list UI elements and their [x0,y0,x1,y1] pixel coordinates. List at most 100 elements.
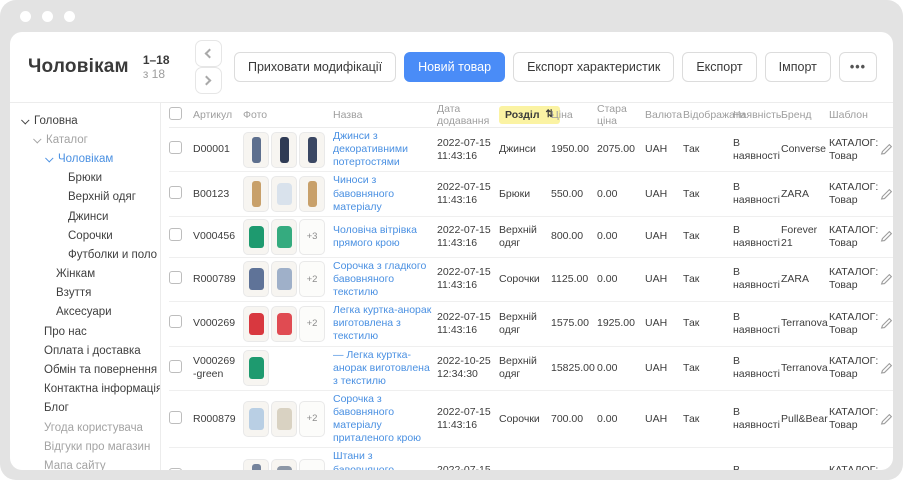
product-name-link[interactable]: Сорочка з гладкого бавовняного текстилю [333,260,437,299]
row-checkbox[interactable] [169,411,182,424]
more-photos-badge[interactable]: +3 [299,219,325,255]
column-header-валюта: Валюта [645,109,683,121]
photo-thumbnails [243,176,333,212]
sidebar-item-label: Контактна інформація [44,383,160,395]
row-checkbox[interactable] [169,141,182,154]
sidebar-item-угода-користувача[interactable]: Угода користувача [10,418,160,437]
sidebar-item-жінкам[interactable]: Жінкам [10,265,160,284]
column-header-ціна: Ціна [551,109,597,121]
sidebar-item-label: Блог [44,402,69,414]
sidebar-item-каталог[interactable]: Каталог [10,130,160,149]
window-control-dot[interactable] [64,11,75,22]
prev-page-button[interactable] [195,40,222,67]
row-checkbox[interactable] [169,315,182,328]
edit-icon[interactable] [880,273,893,286]
garment-shape [277,268,292,290]
sidebar-item-label: Каталог [46,134,88,146]
sidebar-item-джинси[interactable]: Джинси [10,207,160,226]
more-photos-badge[interactable]: +2 [299,401,325,437]
sidebar-item-головна[interactable]: Головна [10,111,160,130]
product-name-link[interactable]: Чоловіча вітрівка прямого крою [333,224,437,250]
sidebar-item-про-нас[interactable]: Про нас [10,322,160,341]
availability-cell: В наявності [733,464,781,471]
sidebar-item-контактна-інформація[interactable]: Контактна інформація [10,380,160,399]
sidebar-item-label: Мапа сайту [44,460,106,470]
more-actions-button[interactable]: ••• [839,52,877,82]
page-title: Чоловікам [28,56,129,78]
edit-icon[interactable] [880,362,893,375]
sidebar-item-чоловікам[interactable]: Чоловікам [10,149,160,168]
product-photo [271,306,297,342]
chevron-down-icon [45,154,53,162]
product-name-link[interactable]: Джинси з декоративними потертостями [333,130,437,169]
more-photos-badge[interactable]: +2 [299,459,325,470]
product-name-link[interactable]: Чиноси з бавовняного матеріалу [333,174,437,213]
edit-icon[interactable] [880,317,893,330]
edit-icon[interactable] [880,413,893,426]
product-photo [271,132,297,168]
garment-shape [249,268,264,290]
availability-cell: В наявності [733,181,781,207]
row-checkbox[interactable] [169,186,182,199]
window-control-dot[interactable] [20,11,31,22]
pagination-range: 1–18 [143,53,170,67]
more-photos-badge[interactable]: +2 [299,261,325,297]
article-cell: R000879 [193,413,243,426]
sidebar-item-взуття[interactable]: Взуття [10,284,160,303]
product-row: R000879 +2Сорочка з бавовняного матеріалу… [169,391,893,449]
product-photo [243,401,269,437]
export-characteristics-button[interactable]: Експорт характеристик [513,52,674,82]
sidebar-item-аксесуари[interactable]: Аксесуари [10,303,160,322]
edit-icon[interactable] [880,230,893,243]
row-checkbox[interactable] [169,228,182,241]
photo-thumbnails [243,132,333,168]
sidebar-item-блог[interactable]: Блог [10,399,160,418]
pagination-total: з 18 [143,67,165,81]
sidebar-item-відгуки-про-магазин[interactable]: Відгуки про магазин [10,437,160,456]
export-button[interactable]: Експорт [682,52,756,82]
display-cell: Так [683,317,733,330]
column-header-артикул: Артикул [193,109,243,121]
sidebar-item-label: Верхній одяг [68,191,136,203]
date-cell: 2022-07-15 11:43:16 [437,224,499,250]
display-cell: Так [683,143,733,156]
sidebar-item-верхній-одяг[interactable]: Верхній одяг [10,188,160,207]
sidebar-item-обмін-та-повернення[interactable]: Обмін та повернення [10,360,160,379]
row-checkbox[interactable] [169,360,182,373]
section-cell: Сорочки [499,273,551,286]
sidebar-item-сорочки[interactable]: Сорочки [10,226,160,245]
product-name-link[interactable]: Штани з бавовняного матеріалу прямого кр… [333,450,437,470]
row-checkbox[interactable] [169,468,182,470]
new-product-button[interactable]: Новий товар [404,52,505,82]
sidebar-item-label: Чоловікам [58,153,113,165]
article-cell: D00001 [193,143,243,156]
edit-icon[interactable] [880,188,893,201]
next-page-button[interactable] [195,67,222,94]
select-all-checkbox[interactable] [169,107,182,120]
product-name-link[interactable]: — Легка куртка-анорак виготовлена з текс… [333,349,437,388]
hide-modifications-button[interactable]: Приховати модифікації [234,52,396,82]
edit-icon[interactable] [880,143,893,156]
table-body: D00001 Джинси з декоративними потертостям… [169,128,893,470]
photo-thumbnails: +2 [243,306,333,342]
import-button[interactable]: Імпорт [765,52,831,82]
product-name-link[interactable]: Сорочка з бавовняного матеріалу притален… [333,393,437,446]
sidebar-item-брюки[interactable]: Брюки [10,169,160,188]
row-checkbox[interactable] [169,271,182,284]
brand-cell: ZARA [781,273,829,286]
currency-cell: UAH [645,413,683,426]
template-cell: КАТАЛОГ: Товар [829,266,883,292]
window-control-dot[interactable] [42,11,53,22]
sidebar-item-футболки-и-поло[interactable]: Футболки и поло [10,245,160,264]
more-photos-badge[interactable]: +2 [299,306,325,342]
old-price-cell: 0.00 [597,230,645,243]
section-cell: Верхній одяг [499,355,551,381]
sidebar-item-label: Аксесуари [56,306,112,318]
sidebar-item-мапа-сайту[interactable]: Мапа сайту [10,456,160,470]
garment-shape [277,226,292,248]
sidebar-item-оплата-і-доставка[interactable]: Оплата і доставка [10,341,160,360]
product-name-link[interactable]: Легка куртка-анорак виготовлена з тексти… [333,304,437,343]
availability-cell: В наявності [733,137,781,163]
garment-shape [280,137,289,163]
product-row: V000456+3Чоловіча вітрівка прямого крою2… [169,217,893,258]
